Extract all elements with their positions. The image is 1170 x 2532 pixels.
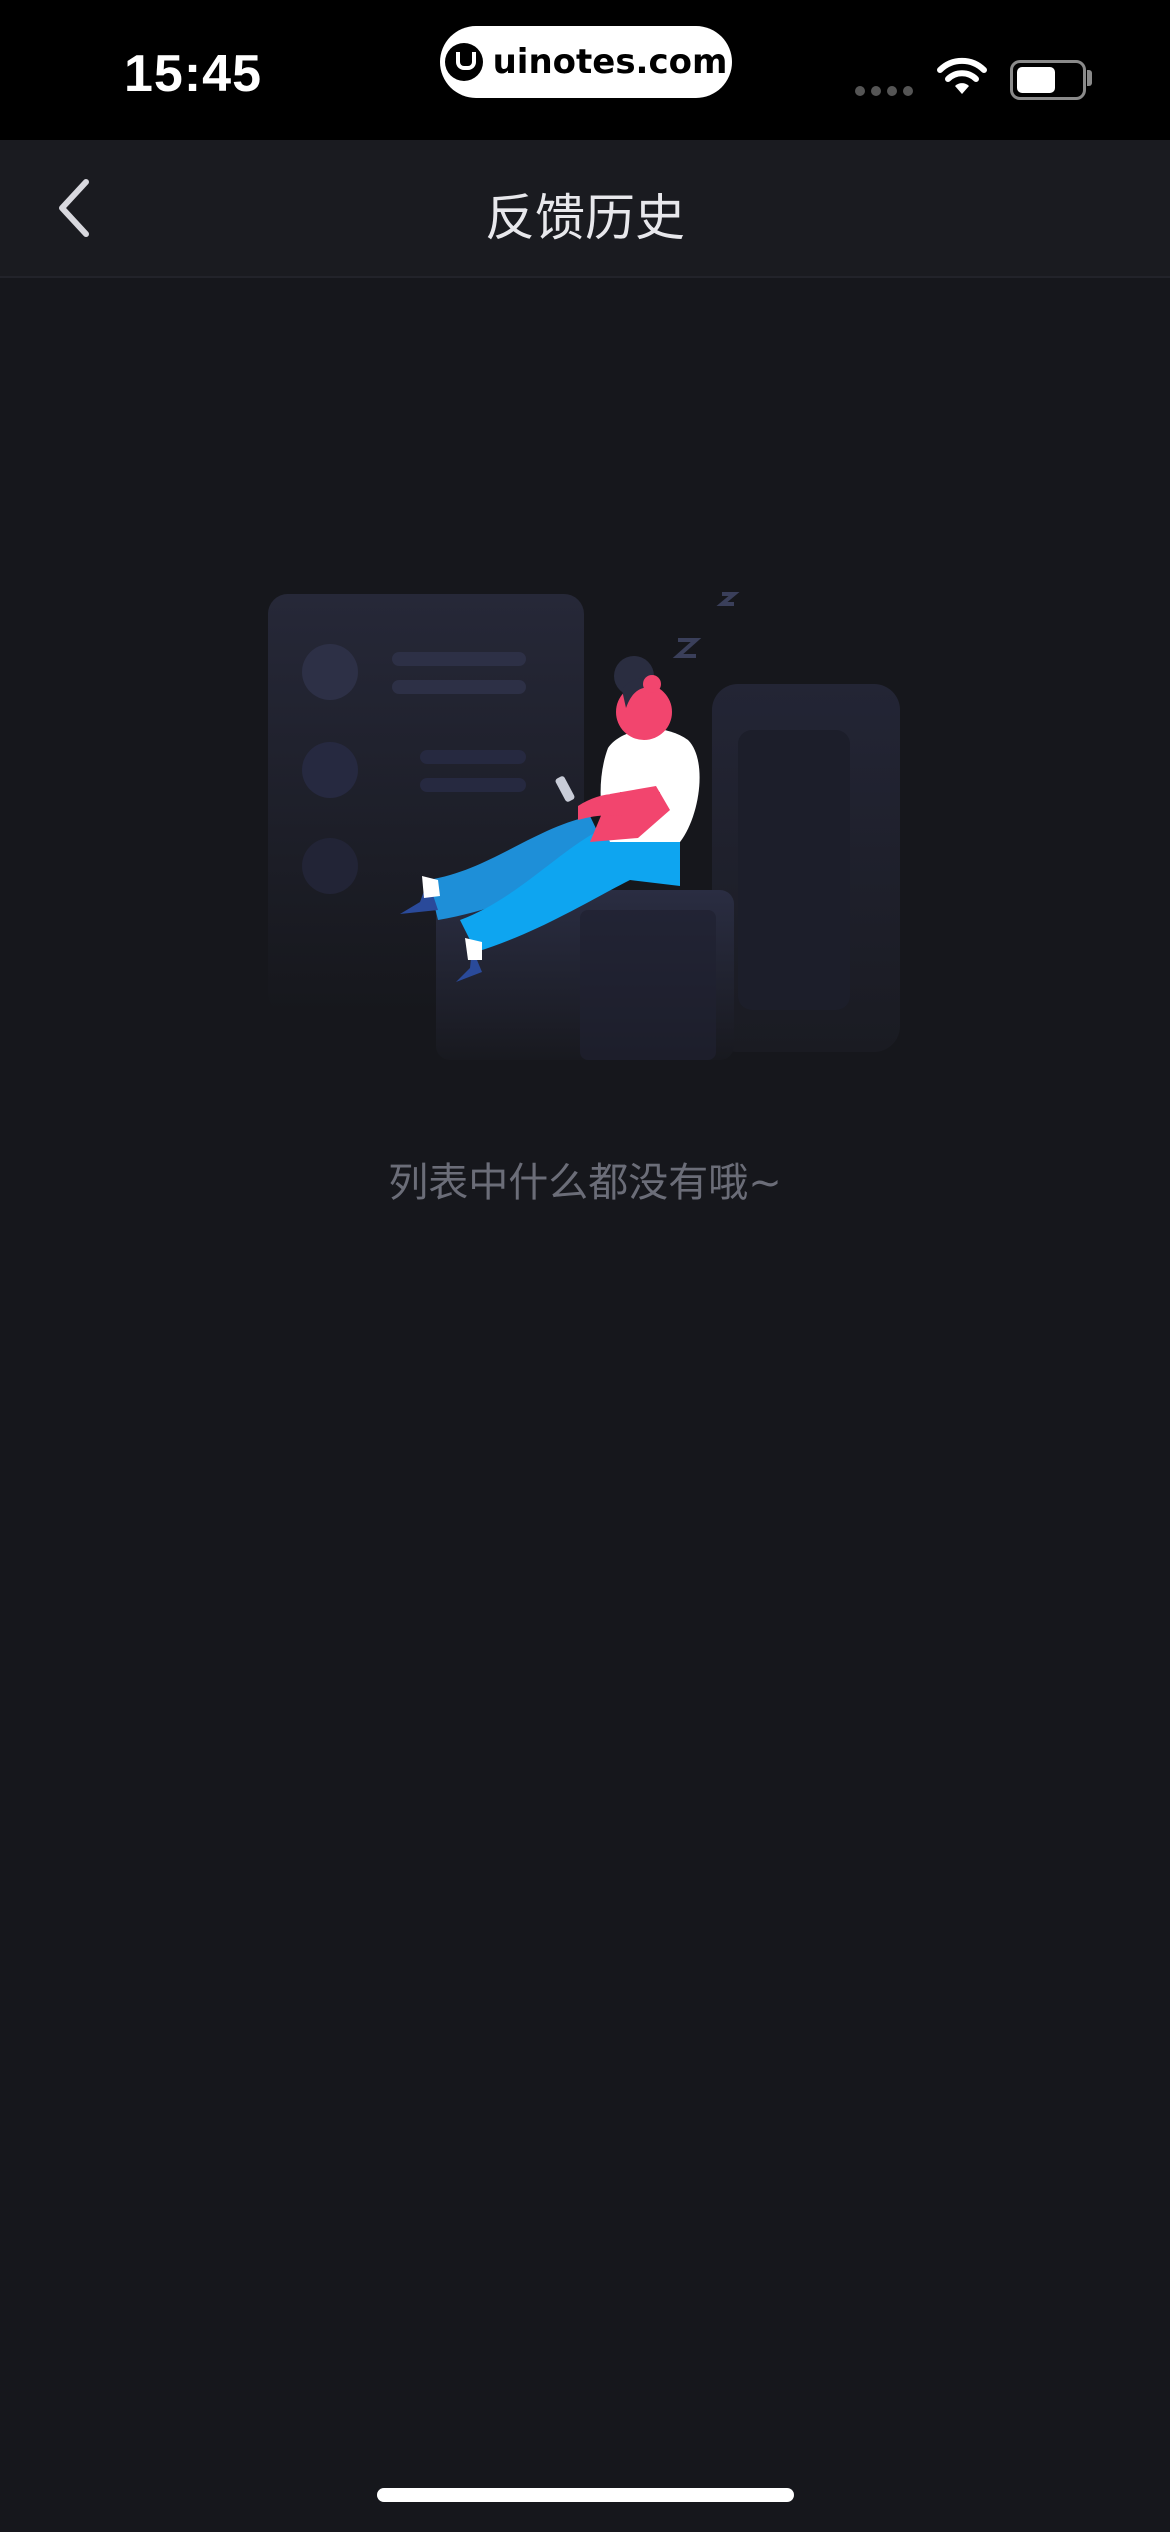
battery-tip — [1087, 70, 1092, 86]
empty-state-message: 列表中什么都没有哦~ — [388, 1160, 782, 1206]
watermark-text: uinotes.com — [492, 42, 728, 82]
empty-state-illustration — [268, 592, 900, 1060]
page-title: 反馈历史 — [485, 189, 685, 247]
watermark-logo-icon — [444, 43, 483, 81]
watermark-badge: uinotes.com — [440, 26, 732, 98]
nav-bar: 反馈历史 — [0, 140, 1170, 278]
signal-icon — [855, 86, 913, 96]
status-bar: 15:45 uinotes.com — [0, 0, 1170, 140]
home-indicator[interactable] — [377, 2488, 794, 2502]
wifi-icon — [937, 57, 987, 94]
status-time: 15:45 — [124, 45, 262, 103]
battery-icon — [1010, 60, 1086, 100]
